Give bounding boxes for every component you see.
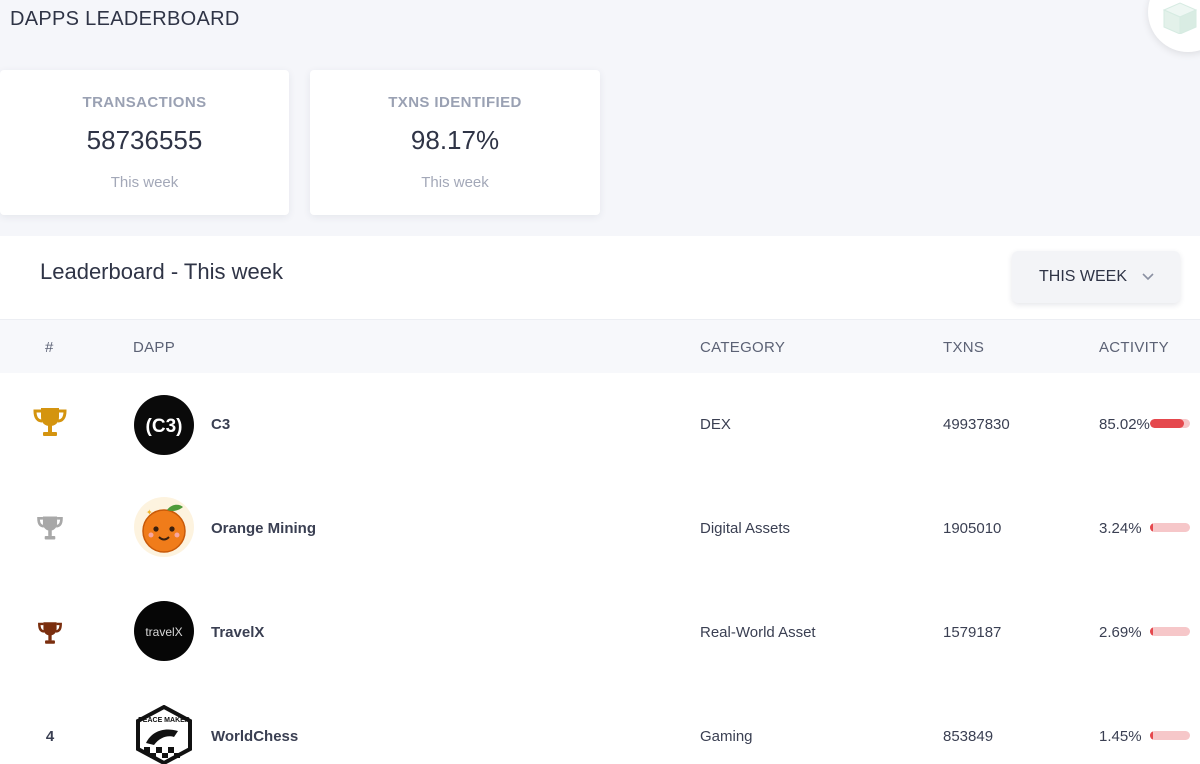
activity-bar	[1150, 627, 1190, 636]
activity-value: 2.69%	[1099, 624, 1142, 641]
dapp-name[interactable]: TravelX	[211, 624, 264, 641]
activity-bar-fill	[1150, 523, 1154, 532]
rank-cell: 4	[32, 728, 68, 746]
dapp-logo-text: travelX	[145, 625, 182, 639]
dapp-logo: PEACE MAKER	[134, 705, 194, 764]
activity-value: 3.24%	[1099, 520, 1142, 537]
silver-trophy-icon	[37, 516, 63, 540]
gold-trophy-icon	[33, 408, 67, 436]
table-row[interactable]: travelX TravelX Real-World Asset 1579187…	[0, 581, 1200, 685]
cube-icon	[1162, 2, 1198, 34]
activity-value: 1.45%	[1099, 728, 1142, 745]
orange-mining-logo: ✦	[142, 504, 186, 553]
stat-card-transactions: TRANSACTIONS 58736555 This week	[0, 70, 289, 215]
dapp-logo-text: (C3)	[146, 416, 183, 437]
activity-bar-fill	[1150, 419, 1184, 428]
stat-card-txns-identified: TXNS IDENTIFIED 98.17% This week	[310, 70, 600, 215]
dapp-logo: travelX	[134, 601, 194, 661]
column-header-category[interactable]: CATEGORY	[700, 339, 785, 356]
travelx-logo: travelX	[145, 625, 182, 639]
period-dropdown-label: THIS WEEK	[1039, 268, 1128, 285]
rank-cell	[32, 619, 68, 652]
leaderboard-panel: Leaderboard - This week THIS WEEK # DAPP…	[0, 236, 1200, 764]
column-header-dapp[interactable]: DAPP	[133, 339, 175, 356]
txns-cell: 1579187	[943, 624, 1002, 641]
category-cell: Gaming	[700, 728, 753, 745]
stat-label: TXNS IDENTIFIED	[388, 94, 522, 111]
stat-subtitle: This week	[421, 174, 489, 191]
activity-value: 85.02%	[1099, 416, 1150, 433]
table-row[interactable]: 4 PEACE MAKER WorldChess Gaming 853849 1…	[0, 685, 1200, 764]
stat-subtitle: This week	[110, 174, 179, 191]
corner-action-button[interactable]	[1148, 0, 1200, 52]
period-dropdown[interactable]: THIS WEEK	[1012, 251, 1180, 303]
dapps-leaderboard-page: DAPPS LEADERBOARD TRANSACTIONS 58736555 …	[0, 0, 1200, 764]
txns-cell: 1905010	[943, 520, 1002, 537]
table-row[interactable]: ✦ Orange Mining Digital Assets 1905010 3…	[0, 477, 1200, 581]
dapp-name[interactable]: C3	[211, 416, 230, 433]
dapp-logo-text: PEACE MAKER	[138, 717, 190, 724]
svg-text:✦: ✦	[146, 508, 153, 517]
table-row[interactable]: (C3) C3 DEX 49937830 85.02%	[0, 373, 1200, 477]
rank-cell	[32, 405, 68, 444]
stat-label: TRANSACTIONS	[82, 94, 207, 111]
txns-cell: 853849	[943, 728, 994, 745]
page-title: DAPPS LEADERBOARD	[10, 8, 240, 30]
category-cell: Real-World Asset	[700, 624, 816, 641]
activity-bar-fill	[1150, 627, 1154, 636]
activity-bar	[1150, 523, 1190, 532]
dapp-name[interactable]: Orange Mining	[211, 520, 316, 537]
dapp-name[interactable]: WorldChess	[211, 728, 298, 745]
stat-value: 58736555	[86, 125, 203, 155]
activity-bar	[1150, 419, 1190, 428]
stat-value: 98.17%	[410, 125, 500, 155]
activity-bar	[1150, 731, 1190, 740]
activity-bar-fill	[1150, 731, 1154, 740]
txns-cell: 49937830	[943, 416, 1010, 433]
worldchess-logo: PEACE MAKER	[136, 705, 192, 764]
column-header-activity[interactable]: ACTIVITY	[1099, 339, 1169, 356]
leaderboard-title: Leaderboard - This week	[40, 259, 283, 284]
column-header-rank[interactable]: #	[45, 339, 54, 356]
table-header: # DAPP CATEGORY TXNS ACTIVITY	[0, 319, 1200, 373]
category-cell: DEX	[700, 416, 731, 433]
column-header-txns[interactable]: TXNS	[943, 339, 984, 356]
bronze-trophy-icon	[38, 622, 62, 644]
category-cell: Digital Assets	[700, 520, 791, 537]
chevron-down-icon	[1141, 272, 1155, 282]
rank-number: 4	[45, 728, 55, 745]
dapp-logo: (C3)	[134, 395, 194, 455]
c3-logo: (C3)	[146, 416, 183, 437]
rank-cell	[32, 513, 68, 548]
dapp-logo: ✦	[134, 497, 194, 557]
